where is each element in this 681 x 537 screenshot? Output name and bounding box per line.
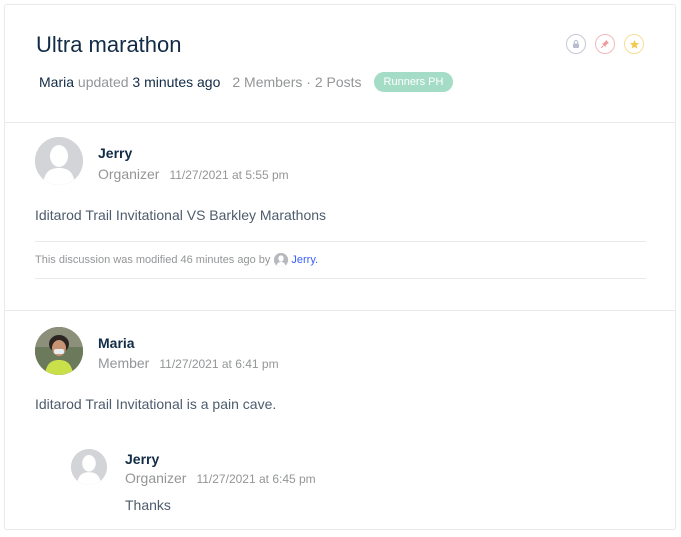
lock-icon [573, 40, 579, 48]
group-badge[interactable]: Runners PH [373, 72, 454, 92]
discussion-post: Maria Member 11/27/2021 at 6:41 pm Idita… [5, 311, 675, 530]
discussion-header: Ultra marathon Maria updated 3 minutes a… [5, 5, 675, 123]
reply-content: Thanks [125, 497, 171, 513]
post-time: 11/27/2021 at 5:55 pm [169, 168, 289, 182]
updated-ago-link[interactable]: 3 minutes ago [132, 74, 220, 90]
avatar[interactable] [71, 449, 107, 485]
avatar[interactable] [35, 327, 83, 375]
updated-word: updated [77, 74, 129, 90]
mini-avatar [274, 253, 289, 267]
avatar[interactable] [35, 137, 83, 185]
post-role: Member [98, 355, 150, 371]
reply-role: Organizer [125, 470, 187, 486]
post-content: Iditarod Trail Invitational is a pain ca… [35, 396, 277, 412]
discussion-title: Ultra marathon [36, 32, 182, 57]
post-author[interactable]: Jerry [98, 145, 132, 161]
star-icon [629, 39, 639, 49]
default-avatar-icon [71, 449, 107, 485]
post-content: Iditarod Trail Invitational VS Barkley M… [35, 207, 327, 223]
default-avatar-icon [274, 253, 289, 267]
favorite-discussion-button[interactable] [624, 34, 644, 54]
post-time: 11/27/2021 at 6:41 pm [159, 357, 279, 371]
discussion-actions [566, 34, 644, 54]
discussion-meta: Maria updated 3 minutes ago 2 Members · … [39, 72, 454, 92]
members-posts-count: 2 Members · 2 Posts [232, 74, 362, 90]
reply-meta: Organizer 11/27/2021 at 6:45 pm [125, 470, 316, 486]
post-author[interactable]: Maria [98, 335, 135, 351]
updated-by-link[interactable]: Maria [39, 74, 74, 90]
post-meta: Member 11/27/2021 at 6:41 pm [98, 355, 279, 371]
lock-discussion-button[interactable] [566, 34, 586, 54]
reply-time: 11/27/2021 at 6:45 pm [196, 472, 316, 486]
pin-icon [600, 40, 609, 49]
user-photo-icon [35, 327, 83, 375]
modified-text: This discussion was modified 46 minutes … [35, 254, 271, 266]
reply-author[interactable]: Jerry [125, 451, 159, 467]
discussion-post: Jerry Organizer 11/27/2021 at 5:55 pm Id… [5, 123, 675, 311]
post-meta: Organizer 11/27/2021 at 5:55 pm [98, 166, 289, 182]
modified-by-link[interactable]: Jerry. [291, 254, 318, 266]
modified-notice: This discussion was modified 46 minutes … [35, 241, 646, 279]
post-role: Organizer [98, 166, 160, 182]
pin-discussion-button[interactable] [595, 34, 615, 54]
default-avatar-icon [35, 137, 83, 185]
discussion-card: Ultra marathon Maria updated 3 minutes a… [4, 4, 676, 530]
